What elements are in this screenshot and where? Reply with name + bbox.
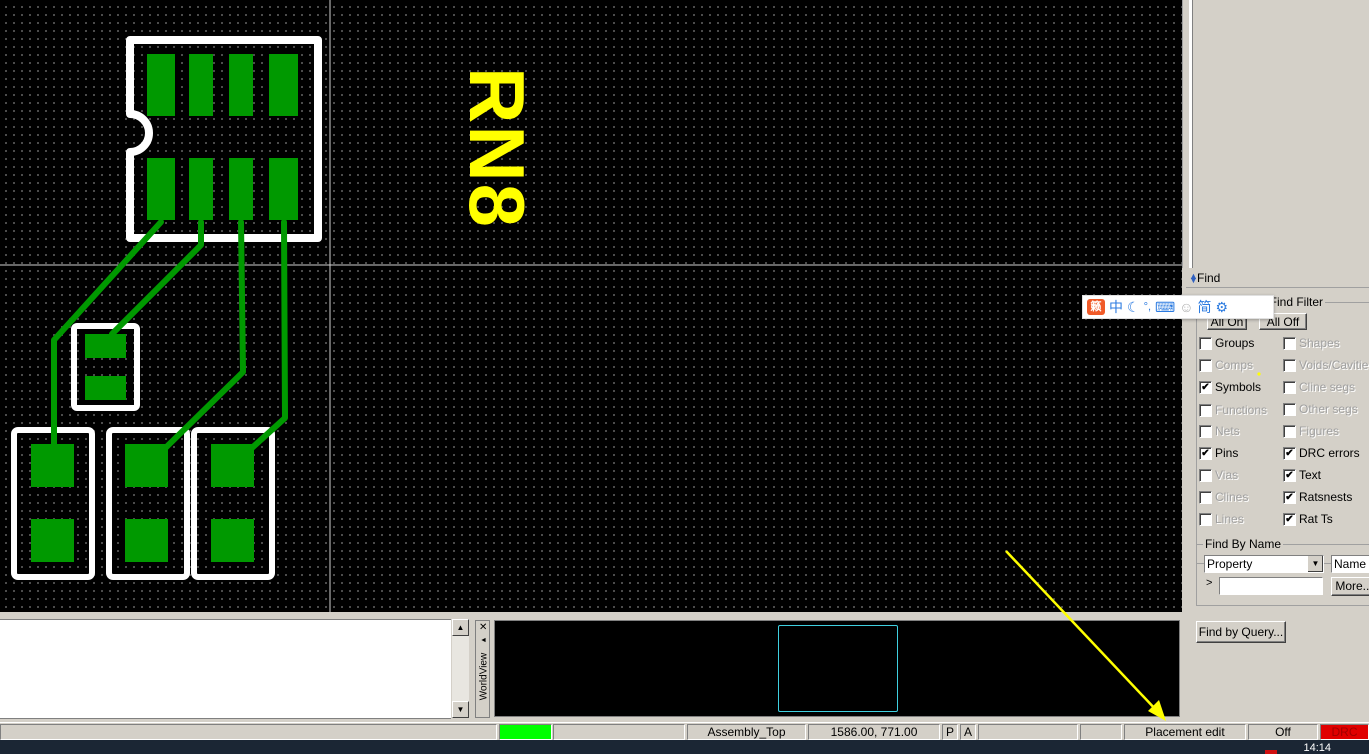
status-bar: Assembly_Top 1586.00, 771.00 P A Placeme… xyxy=(0,722,1369,741)
status-blank-3 xyxy=(1080,724,1122,740)
comp-b-pad xyxy=(125,519,168,562)
status-message xyxy=(0,724,497,740)
checkbox[interactable] xyxy=(1199,491,1212,504)
find-panel: ▲ ▼ Find t Find Filter All On All Off Gro… xyxy=(1186,268,1369,718)
status-blank xyxy=(553,724,685,740)
worldview-label: WorldView xyxy=(478,652,490,701)
drc-state: Off xyxy=(1248,724,1318,740)
checkbox[interactable] xyxy=(1199,425,1212,438)
pcb-canvas[interactable]: RN8 xyxy=(0,0,1182,612)
active-layer[interactable]: Assembly_Top xyxy=(687,724,806,740)
edit-mode: Placement edit xyxy=(1124,724,1246,740)
worldview-viewport-frame[interactable] xyxy=(778,625,898,712)
rn8-pad xyxy=(269,54,298,116)
refdes-label: RN8 xyxy=(453,67,541,229)
find-by-name-legend: Find By Name xyxy=(1203,537,1284,551)
user-icon[interactable]: ☺ xyxy=(1179,299,1193,315)
p-button[interactable]: P xyxy=(942,724,958,740)
rn8-pad xyxy=(189,54,213,116)
right-dock-empty xyxy=(1182,0,1369,268)
checkbox-checked[interactable]: ✔ xyxy=(1283,491,1296,504)
rn8-pad xyxy=(147,54,175,116)
ime-mode-toggle[interactable]: 中 xyxy=(1109,297,1123,317)
small-comp-pad xyxy=(85,376,126,400)
find-title-text: Find xyxy=(1197,271,1221,285)
checkbox[interactable] xyxy=(1283,403,1296,416)
checkbox[interactable] xyxy=(1199,337,1212,350)
small-comp-pad xyxy=(85,334,126,358)
checkbox[interactable] xyxy=(1199,469,1212,482)
grip-icon[interactable]: ▲ ▼ xyxy=(1189,272,1198,285)
comp-c-pad xyxy=(211,519,254,562)
find-filter-group: t Find Filter All On All Off Groups Comp… xyxy=(1196,295,1369,564)
scroll-up-button[interactable]: ▲ xyxy=(452,619,469,636)
simplified-toggle[interactable]: 简 xyxy=(1198,297,1212,317)
punctuation-icon[interactable]: °, xyxy=(1144,301,1151,313)
worldview-header: ✕ ◄ WorldView xyxy=(475,620,490,718)
checkbox-checked[interactable]: ✔ xyxy=(1283,513,1296,526)
name-select-value: Name xyxy=(1334,557,1367,571)
bottom-dock: ▲ ▼ ✕ ◄ WorldView xyxy=(0,612,1182,719)
checkbox-checked[interactable]: ✔ xyxy=(1199,447,1212,460)
name-input[interactable] xyxy=(1219,577,1323,595)
scroll-down-button[interactable]: ▼ xyxy=(452,701,469,718)
rn8-pad xyxy=(189,158,213,220)
rn8-pad xyxy=(229,54,253,116)
drc-indicator[interactable]: DRC xyxy=(1320,724,1369,740)
ime-toolbar: 籁 中 ☾ °, ⌨ ☺ 简 ⚙ xyxy=(1082,295,1274,319)
pcb-drawing: RN8 xyxy=(0,0,1182,612)
name-select[interactable]: Name xyxy=(1331,555,1369,573)
checkbox[interactable] xyxy=(1199,359,1212,372)
status-blank-2 xyxy=(978,724,1078,740)
rn8-pad xyxy=(147,158,175,220)
command-window[interactable] xyxy=(0,619,451,719)
moon-icon[interactable]: ☾ xyxy=(1127,299,1140,316)
status-indicator xyxy=(499,724,552,740)
property-select[interactable]: Property ▼ xyxy=(1204,555,1324,573)
close-icon[interactable]: ✕ xyxy=(479,622,487,633)
comp-a-pad xyxy=(31,519,74,562)
rn8-pad xyxy=(269,158,298,220)
checkbox-checked[interactable]: ✔ xyxy=(1199,381,1212,394)
keyboard-icon[interactable]: ⌨ xyxy=(1155,299,1175,316)
rn8-pad xyxy=(229,158,253,220)
pin-icon[interactable]: ◄ xyxy=(480,637,487,644)
a-button[interactable]: A xyxy=(960,724,976,740)
find-by-name-group: Find By Name Property ▼ Name > More... xyxy=(1196,537,1369,606)
worldview-window[interactable] xyxy=(494,620,1180,717)
taskbar-red-icon[interactable] xyxy=(1265,750,1277,754)
more-button[interactable]: More... xyxy=(1331,577,1369,596)
checkbox-checked[interactable]: ✔ xyxy=(1283,447,1296,460)
os-taskbar: 14:14 xyxy=(0,740,1369,754)
command-scrollbar[interactable]: ▲ ▼ xyxy=(451,619,469,718)
checkbox[interactable] xyxy=(1283,381,1296,394)
gear-icon[interactable]: ⚙ xyxy=(1216,299,1229,316)
checkbox[interactable] xyxy=(1283,337,1296,350)
checkbox[interactable] xyxy=(1199,513,1212,526)
property-select-value: Property xyxy=(1207,557,1253,571)
find-by-query-button[interactable]: Find by Query... xyxy=(1196,621,1286,643)
taskbar-clock[interactable]: 14:14 xyxy=(1303,742,1331,754)
checkbox-checked[interactable]: ✔ xyxy=(1283,469,1296,482)
chevron-down-icon[interactable]: ▼ xyxy=(1307,556,1323,572)
checkbox[interactable] xyxy=(1283,425,1296,438)
ime-logo-icon[interactable]: 籁 xyxy=(1087,299,1105,315)
checkbox[interactable] xyxy=(1283,359,1296,372)
name-input-prefix: > xyxy=(1206,577,1213,589)
find-panel-title[interactable]: ▲ ▼ Find xyxy=(1186,270,1369,288)
checkbox[interactable] xyxy=(1199,404,1212,417)
dock-splitter[interactable] xyxy=(1189,0,1193,268)
coordinates-readout: 1586.00, 771.00 xyxy=(808,724,940,740)
